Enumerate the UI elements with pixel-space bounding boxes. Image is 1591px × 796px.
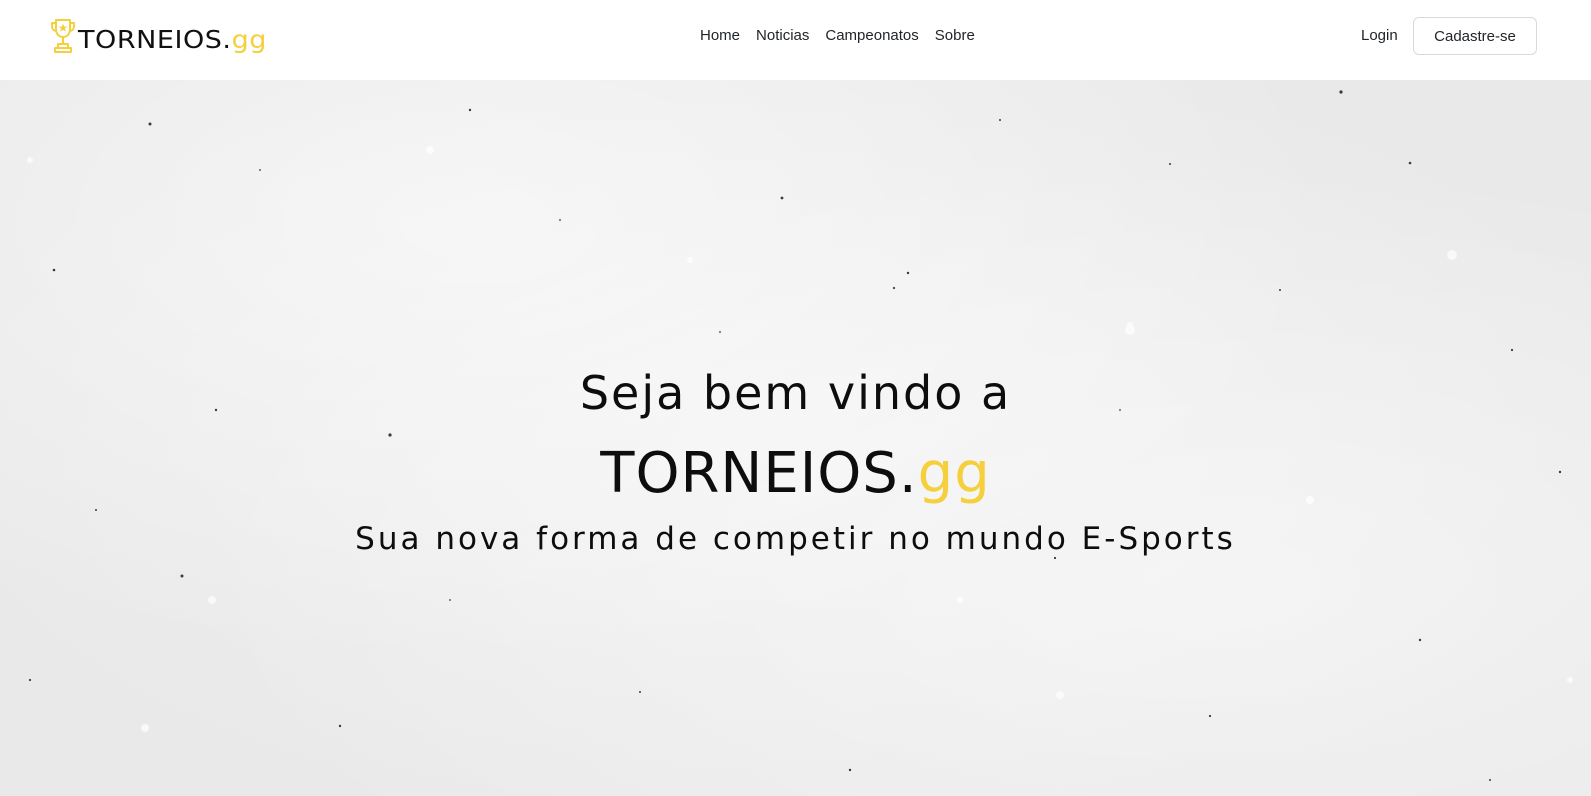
nav-link-noticias[interactable]: Noticias [748, 25, 817, 47]
nav-link-home[interactable]: Home [692, 25, 748, 47]
brand-name-main: TORNEIOS. [78, 24, 232, 54]
hero-brand-suffix: gg [917, 441, 991, 506]
hero-brand-title: TORNEIOS.gg [0, 446, 1591, 502]
signup-button[interactable]: Cadastre-se [1413, 17, 1537, 55]
navbar: TORNEIOS.gg Home Noticias Campeonatos So… [0, 0, 1591, 80]
hero-section: Seja bem vindo a TORNEIOS.gg Sua nova fo… [0, 80, 1591, 796]
hero-tagline: Sua nova forma de competir no mundo E-Sp… [355, 521, 1236, 557]
nav-links: Home Noticias Campeonatos Sobre [692, 25, 983, 47]
trophy-icon [51, 19, 75, 53]
hero-brand-main: TORNEIOS. [600, 441, 918, 506]
brand-logo-link[interactable]: TORNEIOS.gg [49, 16, 266, 56]
nav-link-sobre[interactable]: Sobre [927, 25, 983, 47]
brand-name: TORNEIOS.gg [78, 27, 267, 52]
login-link[interactable]: Login [1353, 25, 1406, 47]
brand-name-suffix: gg [231, 24, 267, 54]
background-texture [27, 90, 1573, 781]
hero-welcome-heading: Seja bem vindo a [579, 366, 1012, 420]
nav-link-campeonatos[interactable]: Campeonatos [817, 25, 926, 47]
